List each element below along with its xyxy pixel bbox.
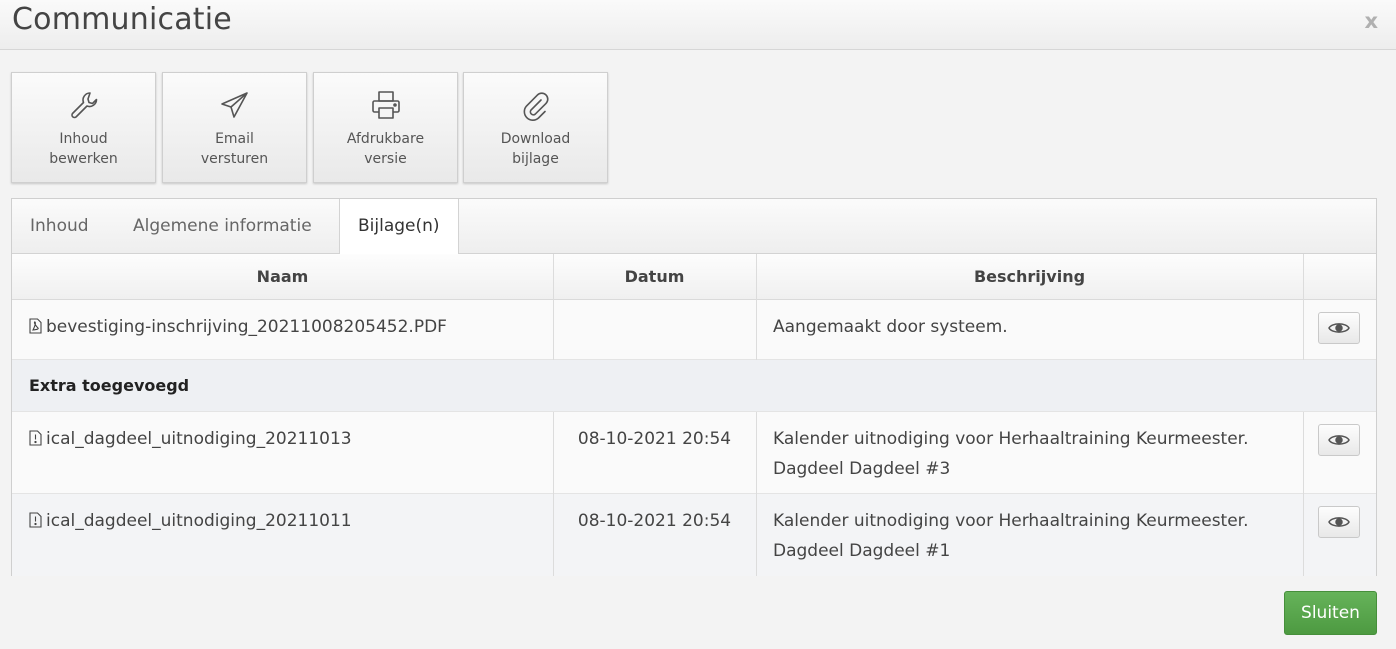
column-divider (756, 412, 757, 576)
edit-content-button[interactable]: Inhoud bewerken (11, 72, 156, 183)
edit-content-label-2: bewerken (49, 151, 118, 167)
table-row: ical_dagdeel_uitnodiging_20211011 08-10-… (12, 494, 1376, 576)
paperclip-icon (523, 92, 549, 121)
printable-version-label-2: versie (364, 151, 407, 167)
table-row: ical_dagdeel_uitnodiging_20211013 08-10-… (12, 412, 1376, 494)
column-divider (756, 254, 757, 360)
eye-icon (1328, 517, 1350, 527)
description-cell: Kalender uitnodiging voor Herhaaltrainin… (773, 506, 1293, 566)
send-email-label-1: Email (215, 131, 254, 147)
pdf-file-icon (29, 318, 42, 334)
file-name: bevestiging-inschrijving_20211008205452.… (46, 317, 447, 337)
file-name: ical_dagdeel_uitnodiging_20211011 (46, 511, 352, 531)
description-line: Dagdeel Dagdeel #1 (773, 541, 951, 561)
tab-bar: Inhoud Algemene informatie Bijlage(n) (12, 199, 1376, 255)
download-attachment-button[interactable]: Download bijlage (463, 72, 608, 183)
dialog-header: Communicatie x (0, 0, 1396, 50)
table-row: bevestiging-inschrijving_20211008205452.… (12, 300, 1376, 360)
file-name: ical_dagdeel_uitnodiging_20211013 (46, 429, 352, 449)
alert-file-icon (29, 430, 42, 446)
file-name-cell[interactable]: ical_dagdeel_uitnodiging_20211013 (29, 424, 352, 454)
column-header-beschrijving[interactable]: Beschrijving (756, 254, 1303, 300)
send-email-button[interactable]: Email versturen (162, 72, 307, 183)
eye-icon (1328, 435, 1350, 445)
tab-bijlagen[interactable]: Bijlage(n) (339, 199, 459, 255)
dialog-title: Communicatie (12, 2, 232, 37)
tab-inhoud[interactable]: Inhoud (12, 199, 107, 254)
view-attachment-button[interactable] (1318, 506, 1360, 538)
download-attachment-label-1: Download (500, 131, 571, 147)
edit-content-label-1: Inhoud (59, 131, 108, 147)
send-email-label-2: versturen (200, 151, 269, 167)
printer-icon (372, 91, 400, 119)
description-line: Dagdeel Dagdeel #3 (773, 459, 951, 479)
date-cell: 08-10-2021 20:54 (577, 429, 732, 449)
view-attachment-button[interactable] (1318, 312, 1360, 344)
column-divider (1303, 254, 1304, 360)
eye-icon (1328, 323, 1350, 333)
date-cell: 08-10-2021 20:54 (577, 511, 732, 531)
close-button[interactable]: Sluiten (1284, 591, 1377, 635)
tab-algemene-informatie[interactable]: Algemene informatie (115, 199, 330, 254)
description-line: Aangemaakt door systeem. (773, 317, 1008, 337)
close-icon[interactable]: x (1364, 9, 1378, 33)
printable-version-button[interactable]: Afdrukbare versie (313, 72, 458, 183)
download-attachment-label-2: bijlage (512, 151, 559, 167)
description-line: Kalender uitnodiging voor Herhaaltrainin… (773, 429, 1249, 449)
wrench-icon (71, 92, 98, 119)
file-name-cell[interactable]: ical_dagdeel_uitnodiging_20211011 (29, 506, 352, 536)
description-cell: Aangemaakt door systeem. (773, 312, 1293, 342)
view-attachment-button[interactable] (1318, 424, 1360, 456)
column-header-datum[interactable]: Datum (553, 254, 756, 300)
content-panel: Inhoud Algemene informatie Bijlage(n) Na… (11, 198, 1377, 576)
paper-plane-icon (221, 92, 248, 118)
group-label: Extra toegevoegd (29, 376, 190, 395)
file-name-cell[interactable]: bevestiging-inschrijving_20211008205452.… (29, 312, 447, 342)
column-divider (553, 412, 554, 576)
table-header: Naam Datum Beschrijving (12, 254, 1376, 300)
description-line: Kalender uitnodiging voor Herhaaltrainin… (773, 511, 1249, 531)
group-row: Extra toegevoegd (12, 360, 1376, 412)
column-divider (1303, 412, 1304, 576)
description-cell: Kalender uitnodiging voor Herhaaltrainin… (773, 424, 1293, 484)
alert-file-icon (29, 512, 42, 528)
printable-version-label-1: Afdrukbare (346, 131, 425, 147)
column-header-naam[interactable]: Naam (12, 254, 553, 300)
column-divider (553, 254, 554, 360)
column-header-actions (1303, 254, 1377, 300)
